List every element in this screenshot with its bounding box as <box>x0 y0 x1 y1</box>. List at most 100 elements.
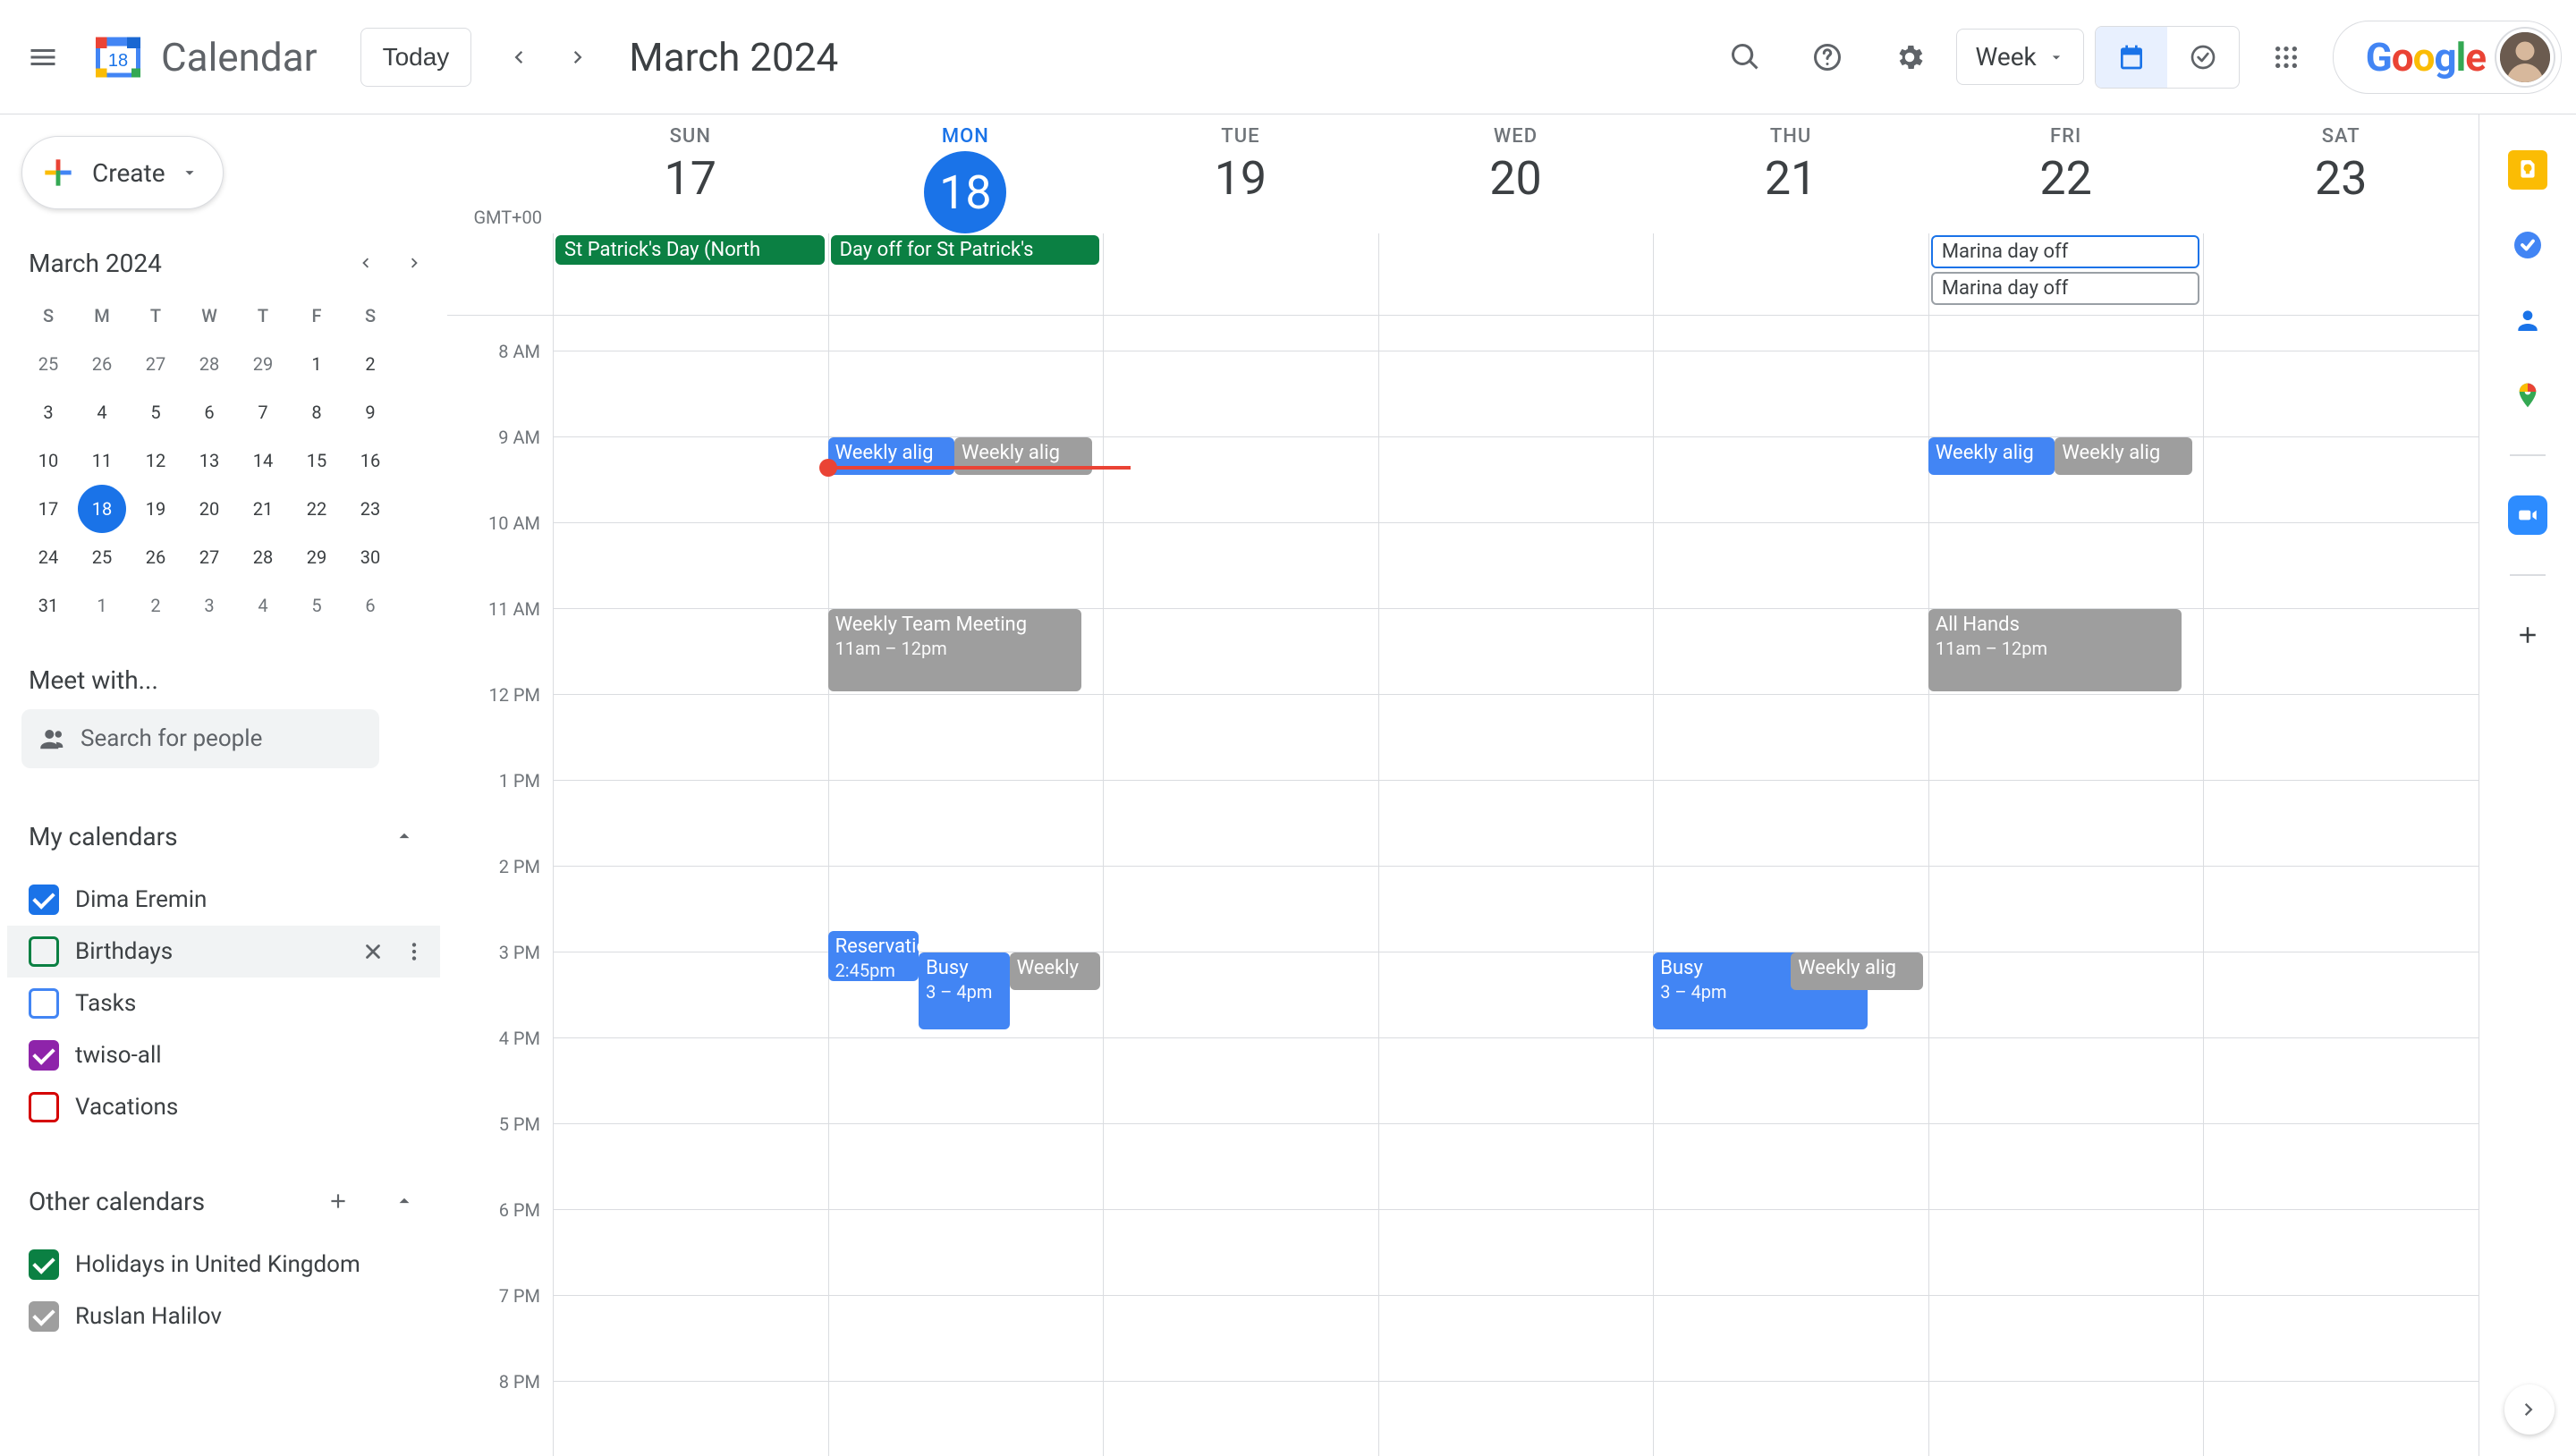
day-header[interactable]: TUE19 <box>1103 125 1378 233</box>
hour-cell[interactable] <box>2203 1038 2479 1124</box>
calendar-event[interactable]: Weekly alig <box>1928 437 2055 475</box>
hour-cell[interactable] <box>1928 1296 2204 1382</box>
hour-cell[interactable] <box>1103 523 1378 609</box>
hour-cell[interactable] <box>1103 1382 1378 1456</box>
mini-day[interactable]: 28 <box>185 340 233 388</box>
tasks-addon[interactable] <box>2508 225 2547 265</box>
hour-cell[interactable] <box>2203 1382 2479 1456</box>
mini-next-month[interactable] <box>394 241 436 284</box>
contacts-addon[interactable] <box>2508 301 2547 340</box>
calendar-item[interactable]: Holidays in United Kingdom <box>21 1239 447 1291</box>
mini-day[interactable]: 1 <box>78 581 126 630</box>
mini-prev-month[interactable] <box>343 241 386 284</box>
mini-day[interactable]: 14 <box>239 436 287 485</box>
hour-cell[interactable] <box>1378 316 1654 351</box>
today-button[interactable]: Today <box>360 28 472 87</box>
calendar-mode-button[interactable] <box>2096 27 2167 88</box>
mini-day[interactable]: 23 <box>346 485 394 533</box>
calendar-checkbox[interactable] <box>29 885 59 915</box>
hour-cell[interactable] <box>1653 1038 1928 1124</box>
hour-cell[interactable] <box>1103 1124 1378 1210</box>
hour-cell[interactable] <box>828 1038 1104 1124</box>
hour-cell[interactable] <box>2203 316 2479 351</box>
add-other-calendar[interactable] <box>309 1172 367 1230</box>
hour-cell[interactable] <box>2203 781 2479 867</box>
search-people-input[interactable]: Search for people <box>21 709 379 768</box>
mini-day[interactable]: 3 <box>24 388 72 436</box>
support-button[interactable] <box>1792 21 1863 93</box>
hour-cell[interactable] <box>2203 952 2479 1038</box>
calendar-event[interactable]: All Hands11am – 12pm <box>1928 609 2182 691</box>
hour-cell[interactable] <box>2203 437 2479 523</box>
mini-day[interactable]: 25 <box>24 340 72 388</box>
my-calendars-collapse[interactable] <box>376 808 433 865</box>
hour-cell[interactable] <box>1378 523 1654 609</box>
calendar-event[interactable]: Reservation2:45pm <box>828 931 919 981</box>
allday-event[interactable]: Day off for St Patrick's <box>831 235 1100 265</box>
hour-cell[interactable] <box>1378 1210 1654 1296</box>
calendar-event[interactable]: Weekly alig <box>2055 437 2192 475</box>
day-header[interactable]: FRI22 <box>1928 125 2204 233</box>
hour-cell[interactable] <box>1928 781 2204 867</box>
day-header[interactable]: SAT23 <box>2203 125 2479 233</box>
hour-cell[interactable] <box>1103 1210 1378 1296</box>
hour-cell[interactable] <box>1103 867 1378 952</box>
mini-day[interactable]: 18 <box>78 485 126 533</box>
hour-cell[interactable] <box>1653 867 1928 952</box>
hour-cell[interactable] <box>1378 1296 1654 1382</box>
mini-day[interactable]: 24 <box>24 533 72 581</box>
hour-cell[interactable] <box>1653 437 1928 523</box>
hour-cell[interactable] <box>2203 1210 2479 1296</box>
mini-day[interactable]: 21 <box>239 485 287 533</box>
hour-cell[interactable] <box>828 1124 1104 1210</box>
hour-cell[interactable] <box>553 781 828 867</box>
mini-calendar[interactable]: SMTWTFS252627282912345678910111213141516… <box>21 292 397 630</box>
hour-cell[interactable] <box>1378 952 1654 1038</box>
calendar-item[interactable]: twiso-all <box>21 1029 447 1081</box>
hour-cell[interactable] <box>1928 523 2204 609</box>
mini-day[interactable]: 22 <box>292 485 341 533</box>
mini-day[interactable]: 6 <box>346 581 394 630</box>
hour-cell[interactable] <box>1103 1038 1378 1124</box>
mini-day[interactable]: 4 <box>239 581 287 630</box>
mini-day[interactable]: 3 <box>185 581 233 630</box>
keep-addon[interactable] <box>2508 150 2547 190</box>
search-button[interactable] <box>1709 21 1781 93</box>
hour-cell[interactable] <box>2203 609 2479 695</box>
next-period-button[interactable] <box>550 29 607 86</box>
mini-day[interactable]: 25 <box>78 533 126 581</box>
hour-cell[interactable] <box>1103 781 1378 867</box>
side-panel-toggle[interactable] <box>2504 1384 2555 1435</box>
mini-day[interactable]: 1 <box>292 340 341 388</box>
hour-cell[interactable] <box>553 1296 828 1382</box>
allday-event[interactable]: Marina day off <box>1931 272 2200 305</box>
hour-cell[interactable] <box>1103 952 1378 1038</box>
hour-cell[interactable] <box>1378 437 1654 523</box>
day-header[interactable]: WED20 <box>1378 125 1654 233</box>
hour-cell[interactable] <box>828 523 1104 609</box>
close-icon[interactable] <box>361 940 385 963</box>
mini-day[interactable]: 20 <box>185 485 233 533</box>
prev-period-button[interactable] <box>489 29 547 86</box>
mini-day[interactable]: 26 <box>78 340 126 388</box>
hour-cell[interactable] <box>828 1296 1104 1382</box>
mini-day[interactable]: 29 <box>239 340 287 388</box>
hour-cell[interactable] <box>828 316 1104 351</box>
hour-cell[interactable] <box>1378 1124 1654 1210</box>
hour-cell[interactable] <box>1928 1124 2204 1210</box>
mini-day[interactable]: 4 <box>78 388 126 436</box>
mini-day[interactable]: 2 <box>131 581 180 630</box>
hour-cell[interactable] <box>828 351 1104 437</box>
mini-day[interactable]: 8 <box>292 388 341 436</box>
mini-day[interactable]: 5 <box>292 581 341 630</box>
calendar-checkbox[interactable] <box>29 1040 59 1071</box>
hour-cell[interactable] <box>1103 351 1378 437</box>
hour-cell[interactable] <box>1928 1210 2204 1296</box>
allday-event[interactable]: St Patrick's Day (North <box>555 235 825 265</box>
allday-cell[interactable]: Day off for St Patrick's <box>828 233 1104 315</box>
day-header[interactable]: SUN17 <box>553 125 828 233</box>
time-grid[interactable]: 8 AM9 AM10 AM11 AM12 PM1 PM2 PM3 PM4 PM5… <box>447 316 2479 1456</box>
mini-day[interactable]: 16 <box>346 436 394 485</box>
hour-cell[interactable] <box>553 1038 828 1124</box>
hour-cell[interactable] <box>553 437 828 523</box>
